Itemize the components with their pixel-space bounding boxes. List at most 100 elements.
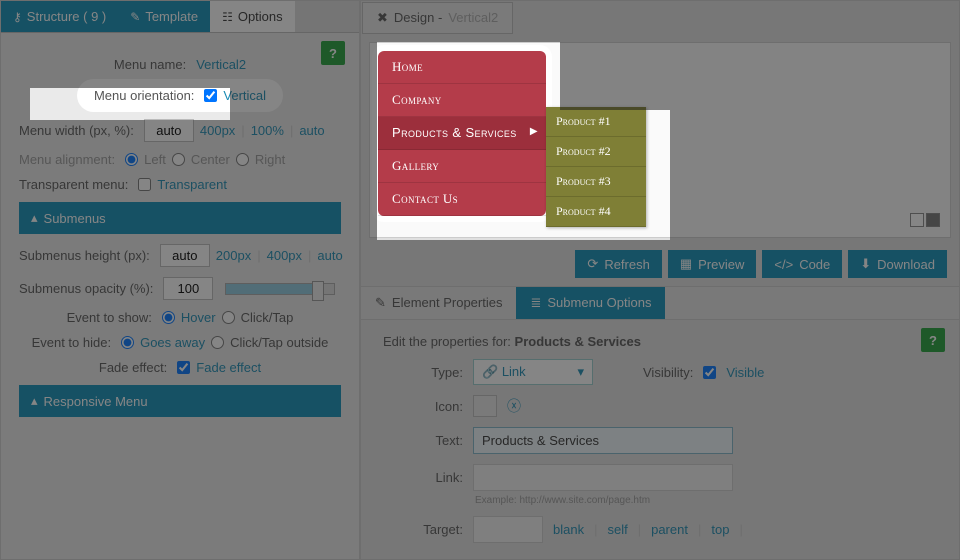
radio-label: Click/Tap xyxy=(241,310,294,325)
icon-label: Icon: xyxy=(383,399,463,414)
sub-height-label: Submenus height (px): xyxy=(19,248,150,263)
menu-item-label: Products & Services xyxy=(392,125,517,140)
radio-label: Left xyxy=(144,152,166,167)
list-icon: ☷ xyxy=(222,10,233,24)
radio-label: Goes away xyxy=(140,335,205,350)
tab-options[interactable]: ☷Options xyxy=(210,1,295,32)
clear-icon-button[interactable]: ⓧ xyxy=(507,396,521,416)
design-title: Design - xyxy=(394,10,442,26)
download-icon: ⬇ xyxy=(860,256,871,272)
fade-value[interactable]: Fade effect xyxy=(196,360,261,375)
menu-item-contact[interactable]: Contact Us xyxy=(378,183,546,216)
link-icon: 🔗 xyxy=(482,364,498,379)
pencil-icon: ✎ xyxy=(130,10,140,24)
width-input[interactable] xyxy=(144,119,194,142)
fade-checkbox[interactable] xyxy=(177,361,190,374)
design-name: Vertical2 xyxy=(448,10,498,26)
target-preset[interactable]: parent xyxy=(651,522,688,537)
opacity-input[interactable] xyxy=(163,277,213,300)
menu-name-label: Menu name: xyxy=(114,57,186,72)
code-button[interactable]: </> Code xyxy=(762,250,842,278)
props-for: Products & Services xyxy=(515,334,641,349)
design-tab[interactable]: ✖Design - Vertical2 xyxy=(362,2,513,34)
link-hint: Example: http://www.site.com/page.htm xyxy=(475,495,937,506)
chevron-right-icon: ▶ xyxy=(530,126,538,137)
target-preset[interactable]: top xyxy=(711,522,729,537)
sitemap-icon: ⚷ xyxy=(13,10,22,24)
code-icon: </> xyxy=(774,257,793,272)
type-select[interactable]: 🔗 Link▾ xyxy=(473,359,593,385)
type-label: Type: xyxy=(383,365,463,380)
sub-height-input[interactable] xyxy=(160,244,210,267)
orient-label: Menu orientation: xyxy=(94,88,194,103)
btn-label: Code xyxy=(799,257,830,272)
text-input[interactable] xyxy=(473,427,733,454)
menu-orientation-box: Menu orientation: Vertical xyxy=(80,82,280,109)
show-hover-radio[interactable] xyxy=(162,311,175,324)
link-input[interactable] xyxy=(473,464,733,491)
section-title: Submenus xyxy=(44,211,106,226)
menu-item-company[interactable]: Company xyxy=(378,84,546,117)
align-label: Menu alignment: xyxy=(19,152,115,167)
hide-click-radio[interactable] xyxy=(211,336,224,349)
tab-submenu-options[interactable]: ≣Submenu Options xyxy=(516,287,665,319)
submenu-item[interactable]: Product #2 xyxy=(546,137,646,167)
width-preset[interactable]: 100% xyxy=(251,123,284,138)
submenu-item[interactable]: Product #1 xyxy=(546,107,646,137)
hide-away-radio[interactable] xyxy=(121,336,134,349)
chevron-down-icon: ▾ xyxy=(577,364,584,380)
opacity-slider[interactable] xyxy=(225,283,335,295)
help-button[interactable]: ? xyxy=(921,328,945,352)
menu-item-gallery[interactable]: Gallery xyxy=(378,150,546,183)
refresh-icon: ⟳ xyxy=(587,256,598,272)
submenu-item[interactable]: Product #4 xyxy=(546,197,646,227)
preview-menu: Home Company Products & Services ▶ Galler… xyxy=(378,51,546,216)
trans-checkbox[interactable] xyxy=(138,178,151,191)
visibility-checkbox[interactable] xyxy=(703,366,716,379)
height-preset[interactable]: auto xyxy=(317,248,342,263)
width-preset[interactable]: 400px xyxy=(200,123,235,138)
hide-label: Event to hide: xyxy=(32,335,112,350)
trans-value[interactable]: Transparent xyxy=(157,177,227,192)
menu-item-home[interactable]: Home xyxy=(378,51,546,84)
tab-label: Template xyxy=(145,9,198,24)
height-preset[interactable]: 200px xyxy=(216,248,251,263)
responsive-header[interactable]: ▴Responsive Menu xyxy=(19,385,341,417)
show-click-radio[interactable] xyxy=(222,311,235,324)
tab-structure[interactable]: ⚷Structure ( 9 ) xyxy=(1,1,118,32)
refresh-button[interactable]: ⟳Refresh xyxy=(575,250,661,278)
target-input[interactable] xyxy=(473,516,543,543)
vis-value[interactable]: Visible xyxy=(726,365,764,380)
align-right-radio[interactable] xyxy=(236,153,249,166)
list-icon: ≣ xyxy=(530,295,541,311)
edit-icon: ✎ xyxy=(375,295,386,311)
width-preset[interactable]: auto xyxy=(299,123,324,138)
icon-picker[interactable] xyxy=(473,395,497,417)
vis-label: Visibility: xyxy=(643,365,693,380)
align-center-radio[interactable] xyxy=(172,153,185,166)
tab-template[interactable]: ✎ Template xyxy=(118,1,210,32)
orient-checkbox[interactable] xyxy=(204,89,217,102)
radio-label: Hover xyxy=(181,310,216,325)
orient-value[interactable]: Vertical xyxy=(223,88,266,103)
help-button[interactable]: ? xyxy=(321,41,345,65)
target-preset[interactable]: blank xyxy=(553,522,584,537)
preview-button[interactable]: ▦Preview xyxy=(668,250,757,278)
props-intro: Edit the properties for: xyxy=(383,334,511,349)
radio-label: Right xyxy=(255,152,285,167)
subtab-label: Element Properties xyxy=(392,295,503,311)
caret-up-icon: ▴ xyxy=(31,393,38,409)
menu-item-products[interactable]: Products & Services ▶ xyxy=(378,117,546,150)
target-label: Target: xyxy=(383,522,463,537)
download-button[interactable]: ⬇Download xyxy=(848,250,947,278)
submenu-item[interactable]: Product #3 xyxy=(546,167,646,197)
menu-name-value[interactable]: Vertical2 xyxy=(196,57,246,72)
radio-label: Center xyxy=(191,152,230,167)
submenus-header[interactable]: ▴Submenus xyxy=(19,202,341,234)
height-preset[interactable]: 400px xyxy=(267,248,302,263)
tab-element-properties[interactable]: ✎ Element Properties xyxy=(361,287,516,319)
align-left-radio[interactable] xyxy=(125,153,138,166)
trans-label: Transparent menu: xyxy=(19,177,128,192)
color-swatches[interactable] xyxy=(910,213,940,227)
target-preset[interactable]: self xyxy=(607,522,627,537)
